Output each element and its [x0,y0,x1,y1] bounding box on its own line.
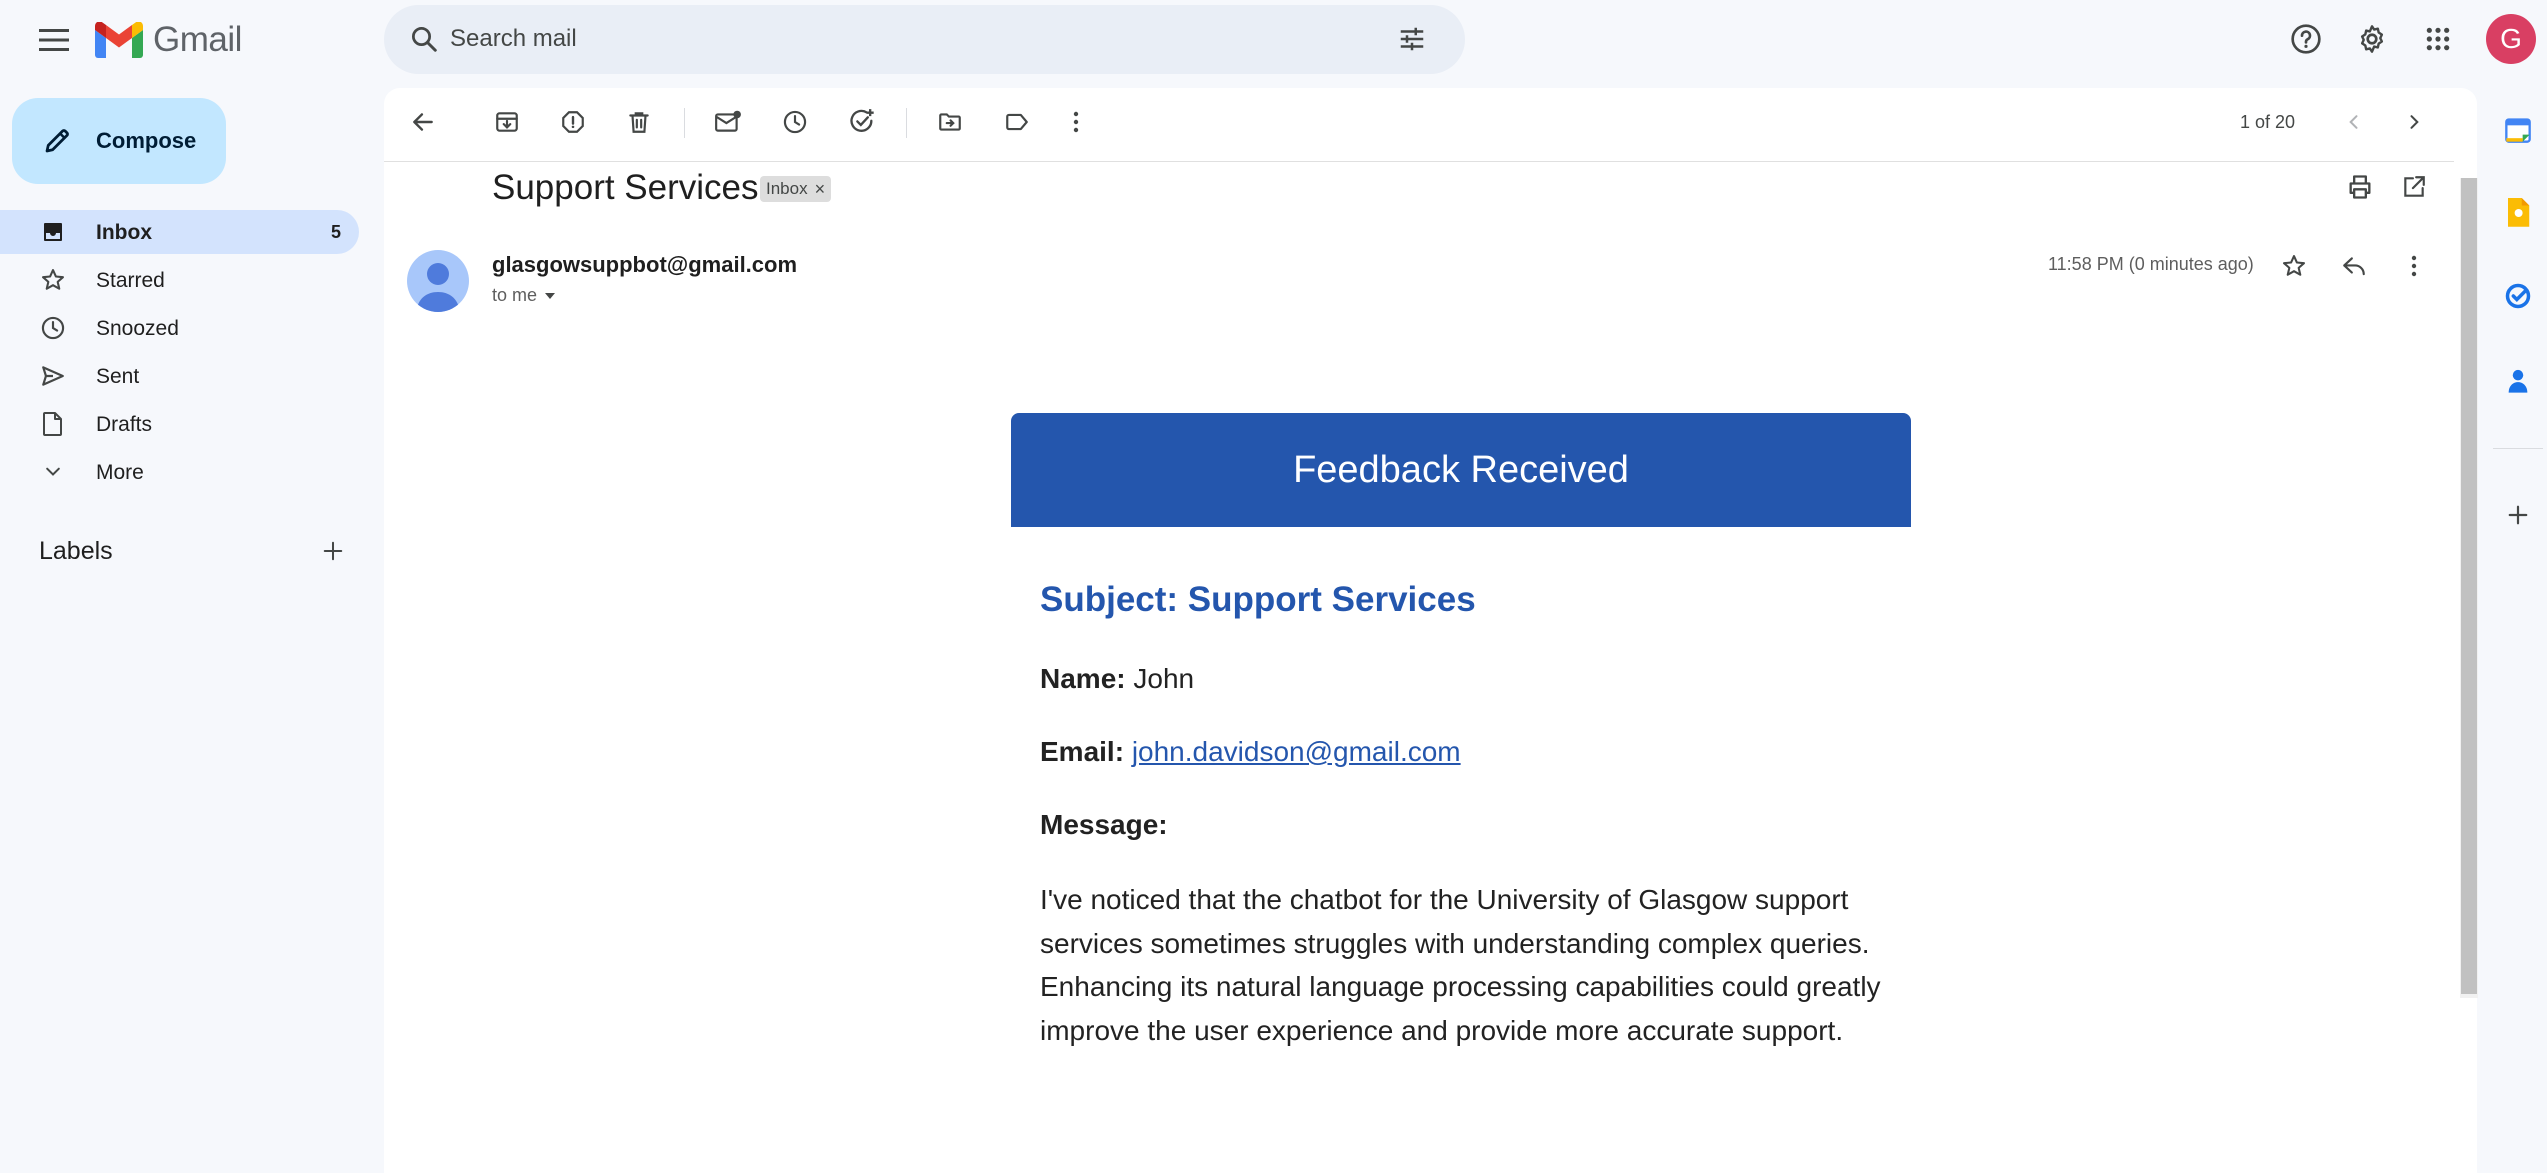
message-label: Message: [1040,809,1168,840]
unread-count: 5 [330,222,341,242]
chip-label: Inbox [766,179,808,198]
search-bar[interactable] [384,5,1465,74]
pager-count: 1 of 20 [2240,112,2296,132]
compose-button[interactable]: Compose [12,98,226,184]
thread-subject: Support Services [492,168,759,207]
search-options-icon[interactable] [1392,19,1432,59]
archive-icon[interactable] [487,102,527,142]
body-subject: Subject: Support Services [1040,580,1476,619]
reply-icon[interactable] [2334,246,2374,286]
recipient-details[interactable]: to me [492,285,557,306]
name-field: Name: John [1040,663,1194,695]
scrollbar-thumb[interactable] [2461,178,2477,994]
name-label: Name: [1040,663,1126,694]
side-panel-divider [2493,448,2543,449]
chevron-down-icon [38,457,68,487]
recipient-label: to me [492,285,538,305]
labels-heading: Labels [39,537,113,565]
inbox-icon [38,217,68,247]
sender-avatar[interactable] [407,250,469,312]
newer-chevron-left-icon[interactable] [2334,102,2374,142]
delete-icon[interactable] [619,102,659,142]
sidebar-item-label: Sent [96,365,140,388]
more-actions-icon[interactable] [1056,102,1096,142]
sidebar-item-label: Inbox [96,221,152,244]
sidebar-item-label: Drafts [96,413,153,436]
add-to-tasks-icon[interactable] [842,102,882,142]
sidebar-item-starred[interactable]: Starred [0,258,359,302]
move-to-icon[interactable] [930,102,970,142]
sidebar-item-label: Starred [96,269,165,292]
message-field: Message: [1040,809,1168,841]
report-spam-icon[interactable] [553,102,593,142]
calendar-icon[interactable] [2498,110,2538,150]
draft-icon [38,409,68,439]
sidebar-item-drafts[interactable]: Drafts [0,402,359,446]
message-more-icon[interactable] [2394,246,2434,286]
add-label-icon[interactable] [316,534,350,568]
keep-icon[interactable] [2498,193,2538,233]
sender-email[interactable]: glasgowsuppbot@gmail.com [492,252,797,278]
sidebar-item-sent[interactable]: Sent [0,354,359,398]
sidebar-item-snoozed[interactable]: Snoozed [0,306,359,350]
print-icon[interactable] [2340,167,2380,207]
sidebar-item-label: Snoozed [96,317,179,340]
toolbar-separator [684,108,685,138]
feedback-banner: Feedback Received [1011,413,1911,527]
help-icon[interactable] [2286,19,2326,59]
caret-down-icon [543,291,557,301]
gmail-logo[interactable]: Gmail [95,17,242,63]
google-apps-icon[interactable] [2418,19,2458,59]
search-icon[interactable] [404,19,444,59]
name-value: John [1133,663,1195,694]
contacts-icon[interactable] [2498,361,2538,401]
snooze-icon[interactable] [775,102,815,142]
star-icon[interactable] [2274,246,2314,286]
account-avatar[interactable]: G [2486,14,2536,64]
back-icon[interactable] [403,102,443,142]
label-icon[interactable] [997,102,1037,142]
message-text: I've noticed that the chatbot for the Un… [1040,884,1881,1046]
sidebar-item-more[interactable]: More [0,450,359,494]
email-field: Email: john.davidson@gmail.com [1040,736,1461,768]
message-timestamp: 11:58 PM (0 minutes ago) [2048,254,2254,274]
search-input[interactable] [450,19,1350,59]
inbox-label-chip: Inbox × [760,176,832,202]
mark-unread-icon[interactable] [708,102,748,142]
clock-icon [38,313,68,343]
toolbar-separator [906,108,907,138]
app-name: Gmail [153,20,242,59]
email-link[interactable]: john.davidson@gmail.com [1132,736,1461,767]
sidebar-item-label: More [96,461,144,484]
older-chevron-right-icon[interactable] [2394,102,2434,142]
pencil-icon [38,122,76,160]
email-label: Email: [1040,736,1125,767]
settings-gear-icon[interactable] [2352,19,2392,59]
toolbar-divider [384,161,2454,162]
sidebar-item-inbox[interactable]: Inbox 5 [0,210,359,254]
banner-title: Feedback Received [1293,448,1629,491]
star-icon [38,265,68,295]
gmail-m-icon [95,22,143,58]
open-in-new-window-icon[interactable] [2394,167,2434,207]
tasks-icon[interactable] [2498,276,2538,316]
send-icon [38,361,68,391]
remove-label-close-icon[interactable]: × [815,180,826,198]
add-addon-plus-icon[interactable] [2498,495,2538,535]
compose-label: Compose [96,128,197,153]
main-menu-icon[interactable] [29,20,79,60]
